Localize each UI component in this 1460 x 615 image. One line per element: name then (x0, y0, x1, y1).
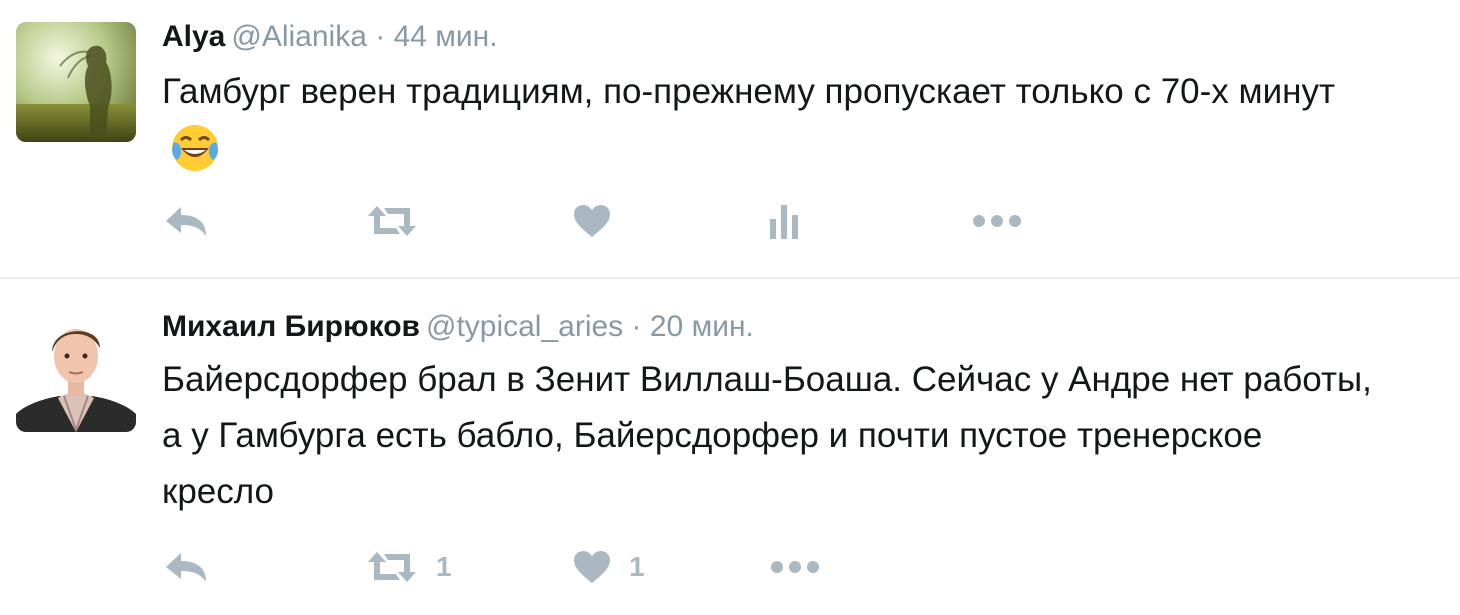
avatar-image-silhouette (16, 22, 136, 142)
author-username[interactable]: @typical_aries (426, 310, 623, 343)
like-count: 1 (629, 551, 645, 582)
separator-dot: · (375, 20, 386, 53)
author-username[interactable]: @Alianika (231, 20, 367, 53)
retweet-icon (368, 552, 416, 582)
more-icon (973, 215, 1021, 227)
tweet[interactable]: Михаил Бирюков @typical_aries · 20 мин. Б… (0, 280, 1460, 615)
heart-icon (574, 551, 610, 583)
author-fullname[interactable]: Alya (162, 20, 225, 53)
more-button[interactable] (972, 196, 1022, 246)
tweet-text-content: Гамбург верен традициям, по-прежнему про… (162, 72, 1335, 111)
timestamp[interactable]: 44 мин. (394, 20, 498, 53)
heart-icon (574, 205, 610, 237)
tweet-text: Гамбург верен традициям, по-прежнему про… (162, 64, 1392, 191)
reply-button[interactable] (164, 542, 208, 592)
more-icon (771, 561, 819, 573)
tweet-text: Байерсдорфер брал в Зенит Виллаш-Боаша. … (162, 352, 1382, 520)
tweet-header: Alya @Alianika · 44 мин. (162, 20, 498, 54)
analytics-button[interactable] (768, 196, 802, 246)
retweet-icon (368, 206, 416, 236)
tweet[interactable]: Alya @Alianika · 44 мин. Гамбург верен тр… (0, 0, 1460, 278)
tweet-timeline: Alya @Alianika · 44 мин. Гамбург верен тр… (0, 0, 1460, 615)
retweet-button[interactable]: 1 (366, 542, 452, 592)
reply-icon (166, 553, 206, 582)
tweet-divider (0, 277, 1460, 279)
tweet-header: Михаил Бирюков @typical_aries · 20 мин. (162, 310, 754, 344)
analytics-icon (770, 205, 798, 239)
avatar[interactable] (16, 312, 136, 432)
like-button[interactable] (573, 196, 611, 246)
avatar-image-portrait (16, 312, 136, 432)
face-with-tears-of-joy-icon (168, 120, 222, 191)
separator-dot: · (631, 310, 642, 343)
retweet-count: 1 (436, 551, 452, 582)
retweet-button[interactable] (366, 196, 418, 246)
author-fullname[interactable]: Михаил Бирюков (162, 310, 420, 343)
avatar[interactable] (16, 22, 136, 142)
reply-icon (166, 207, 206, 236)
like-button[interactable]: 1 (573, 542, 645, 592)
tweet-text-content: Байерсдорфер брал в Зенит Виллаш-Боаша. … (162, 360, 1372, 511)
timestamp[interactable]: 20 мин. (650, 310, 754, 343)
reply-button[interactable] (164, 196, 208, 246)
more-button[interactable] (770, 542, 820, 592)
